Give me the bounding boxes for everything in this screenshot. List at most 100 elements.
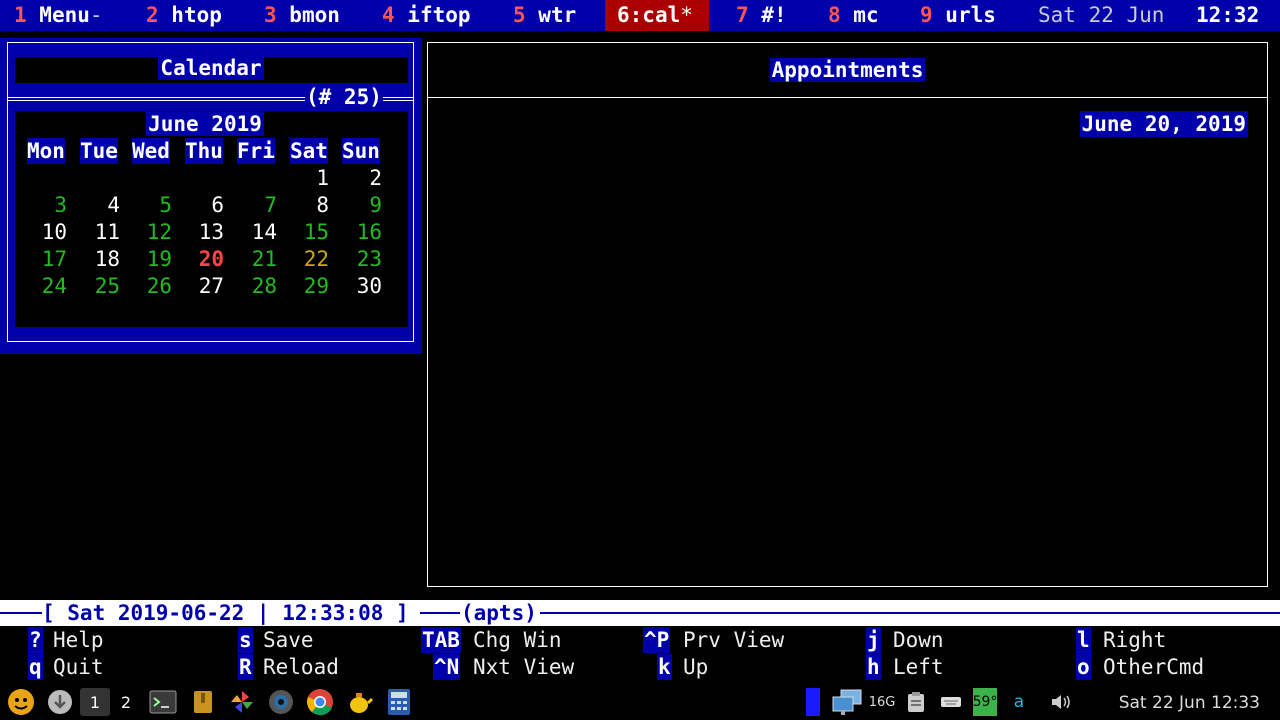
week-number: (# 25) <box>305 84 383 110</box>
weekday-mon: Mon <box>27 138 65 164</box>
day-17[interactable]: 17 <box>27 246 67 273</box>
day-6[interactable]: 6 <box>184 192 224 219</box>
day-26[interactable]: 26 <box>132 273 172 300</box>
day-13[interactable]: 13 <box>184 219 224 246</box>
day-7[interactable]: 7 <box>237 192 277 219</box>
key-right: l <box>1076 627 1091 653</box>
tab-number: 6: <box>617 3 643 27</box>
day-11[interactable]: 11 <box>80 219 120 246</box>
weekday-sat: Sat <box>290 138 328 164</box>
tab-urls[interactable]: 9 urls <box>920 0 996 31</box>
day-30[interactable]: 30 <box>342 273 382 300</box>
tab-htop[interactable]: 2 htop <box>146 0 222 31</box>
day-4[interactable]: 4 <box>80 192 120 219</box>
day-1[interactable]: 1 <box>289 165 329 192</box>
key-desc: Save <box>263 628 314 652</box>
tab-label: urls <box>945 3 996 27</box>
calculator-icon[interactable] <box>384 688 414 716</box>
day-29[interactable]: 29 <box>289 273 329 300</box>
tab-bmon[interactable]: 3 bmon <box>264 0 340 31</box>
battery-icon <box>806 688 820 716</box>
day-5[interactable]: 5 <box>132 192 172 219</box>
tab-flag: - <box>89 3 103 27</box>
tab-flag: * <box>680 3 693 27</box>
tab-label: wtr <box>538 3 577 27</box>
key-othercmd: o <box>1076 654 1091 680</box>
top-time: 12:32 <box>1196 3 1260 27</box>
day-16[interactable]: 16 <box>342 219 382 246</box>
day-25[interactable]: 25 <box>80 273 120 300</box>
day-21[interactable]: 21 <box>237 246 277 273</box>
input-method-indicator[interactable]: a <box>1010 688 1028 716</box>
top-date: Sat 22 Jun <box>1038 3 1165 27</box>
day-27[interactable]: 27 <box>184 273 224 300</box>
tab-menu[interactable]: 1 Menu- <box>14 0 103 31</box>
key-help: ? <box>28 627 43 653</box>
key-prv-view: ^P <box>643 627 671 653</box>
day-2[interactable]: 2 <box>342 165 382 192</box>
status-view: (apts) <box>461 601 537 625</box>
day-19[interactable]: 19 <box>132 246 172 273</box>
tab-wtr[interactable]: 5 wtr <box>513 0 576 31</box>
weekday-fri: Fri <box>237 138 275 164</box>
day-9[interactable]: 9 <box>342 192 382 219</box>
calendar-title: Calendar <box>158 56 264 80</box>
taskbar-clock[interactable]: Sat 22 Jun 12:33 <box>1119 686 1260 720</box>
network-icon[interactable] <box>830 688 864 716</box>
volume-icon[interactable] <box>1048 688 1074 716</box>
key-save: s <box>238 627 253 653</box>
tab-number: 7 <box>736 3 762 27</box>
tab-number: 5 <box>513 3 539 27</box>
appointments-divider <box>428 97 1267 98</box>
pinwheel-icon[interactable] <box>227 688 257 716</box>
day-14[interactable]: 14 <box>237 219 277 246</box>
appointments-date: June 20, 2019 <box>1079 111 1248 137</box>
key-desc: Chg Win <box>473 628 562 652</box>
day-24[interactable]: 24 <box>27 273 67 300</box>
key-desc: Reload <box>263 655 339 679</box>
weekday-tue: Tue <box>80 138 118 164</box>
tab-[interactable]: 7 #! <box>736 0 787 31</box>
tab-number: 8 <box>828 3 854 27</box>
tab-cal[interactable]: 6:cal* <box>605 0 709 31</box>
day-23[interactable]: 23 <box>342 246 382 273</box>
archive-icon[interactable] <box>188 688 218 716</box>
keyboard-icon[interactable] <box>940 688 962 716</box>
day-20[interactable]: 20 <box>184 246 224 273</box>
start-menu-icon[interactable] <box>6 688 36 716</box>
day-8[interactable]: 8 <box>289 192 329 219</box>
day-15[interactable]: 15 <box>289 219 329 246</box>
tab-number: 1 <box>14 3 40 27</box>
status-rule <box>420 612 460 614</box>
tab-label: htop <box>171 3 222 27</box>
weekday-sun: Sun <box>342 138 380 164</box>
key-down: j <box>866 627 881 653</box>
day-12[interactable]: 12 <box>132 219 172 246</box>
clipboard-icon[interactable] <box>905 688 927 716</box>
key-desc: Right <box>1103 628 1167 652</box>
webcam-icon[interactable] <box>266 688 296 716</box>
chrome-icon[interactable] <box>305 688 335 716</box>
tab-iftop[interactable]: 4 iftop <box>382 0 471 31</box>
key-desc: Left <box>893 655 944 679</box>
day-22[interactable]: 22 <box>289 246 329 273</box>
tab-label: mc <box>853 3 879 27</box>
download-icon[interactable] <box>45 688 75 716</box>
workspace-1[interactable]: 1 <box>80 688 110 716</box>
day-3[interactable]: 3 <box>27 192 67 219</box>
day-28[interactable]: 28 <box>237 273 277 300</box>
terminal-icon[interactable] <box>148 688 178 716</box>
tab-label: iftop <box>407 3 471 27</box>
day-18[interactable]: 18 <box>80 246 120 273</box>
key-chg-win: TAB <box>421 627 461 653</box>
day-10[interactable]: 10 <box>27 219 67 246</box>
key-desc: OtherCmd <box>1103 655 1205 679</box>
key-desc: Help <box>53 628 104 652</box>
tab-label: #! <box>761 3 787 27</box>
key-desc: Prv View <box>683 628 785 652</box>
tab-mc[interactable]: 8 mc <box>828 0 879 31</box>
status-rule <box>540 612 1280 614</box>
key-left: h <box>866 654 881 680</box>
teapot-icon[interactable] <box>344 688 374 716</box>
workspace-2[interactable]: 2 <box>111 688 141 716</box>
